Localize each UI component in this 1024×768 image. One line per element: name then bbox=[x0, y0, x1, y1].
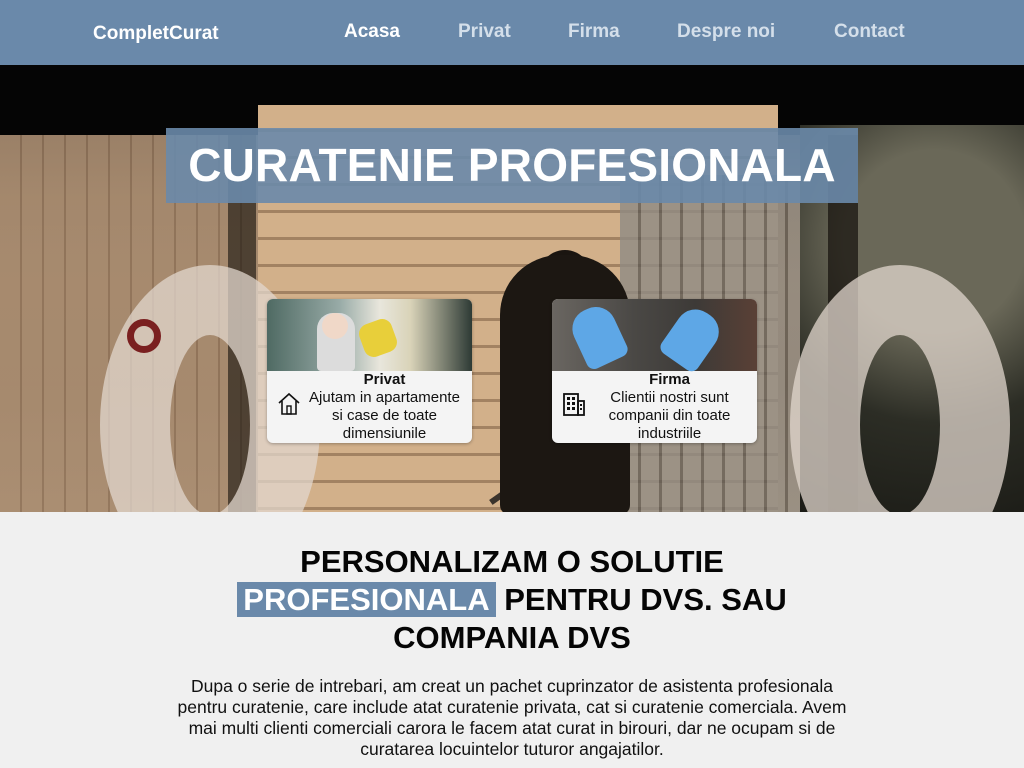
card-description: Clientii nostri sunt companii din toate … bbox=[608, 389, 731, 442]
nav-link-firma[interactable]: Firma bbox=[568, 21, 620, 43]
blue-glove bbox=[657, 301, 727, 375]
yellow-glove bbox=[356, 316, 400, 360]
headline-highlight: PROFESIONALA bbox=[237, 582, 496, 617]
house-icon bbox=[278, 392, 300, 415]
hero-background-sign bbox=[127, 319, 161, 353]
card-description: Ajutam in apartamente si case de toate d… bbox=[309, 389, 460, 442]
card-title: Privat bbox=[363, 371, 406, 388]
hero-title: CURATENIE PROFESIONALA bbox=[166, 128, 858, 203]
service-card-privat[interactable]: Privat Ajutam in apartamente si case de … bbox=[267, 299, 472, 443]
headline-text: PERSONALIZAM O SOLUTIE bbox=[300, 544, 724, 579]
nav-link-contact[interactable]: Contact bbox=[834, 21, 905, 43]
brand-logo[interactable]: CompletCurat bbox=[93, 23, 219, 45]
card-image-company-cleaning bbox=[552, 299, 757, 375]
card-title: Firma bbox=[649, 371, 690, 388]
nav-link-privat[interactable]: Privat bbox=[458, 21, 511, 43]
card-image-private-cleaning bbox=[267, 299, 472, 371]
cleaner-head bbox=[322, 313, 348, 339]
blue-glove bbox=[565, 300, 631, 372]
service-card-firma[interactable]: Firma Clientii nostri sunt companii din … bbox=[552, 299, 757, 443]
top-navbar: CompletCurat Acasa Privat Firma Despre n… bbox=[0, 0, 1024, 65]
section-headline: PERSONALIZAM O SOLUTIE PROFESIONALA PENT… bbox=[212, 543, 812, 657]
intro-paragraph: Dupa o serie de intrebari, am creat un p… bbox=[177, 676, 847, 759]
building-icon bbox=[563, 393, 585, 416]
nav-link-despre-noi[interactable]: Despre noi bbox=[677, 21, 775, 43]
nav-link-acasa[interactable]: Acasa bbox=[344, 21, 400, 43]
